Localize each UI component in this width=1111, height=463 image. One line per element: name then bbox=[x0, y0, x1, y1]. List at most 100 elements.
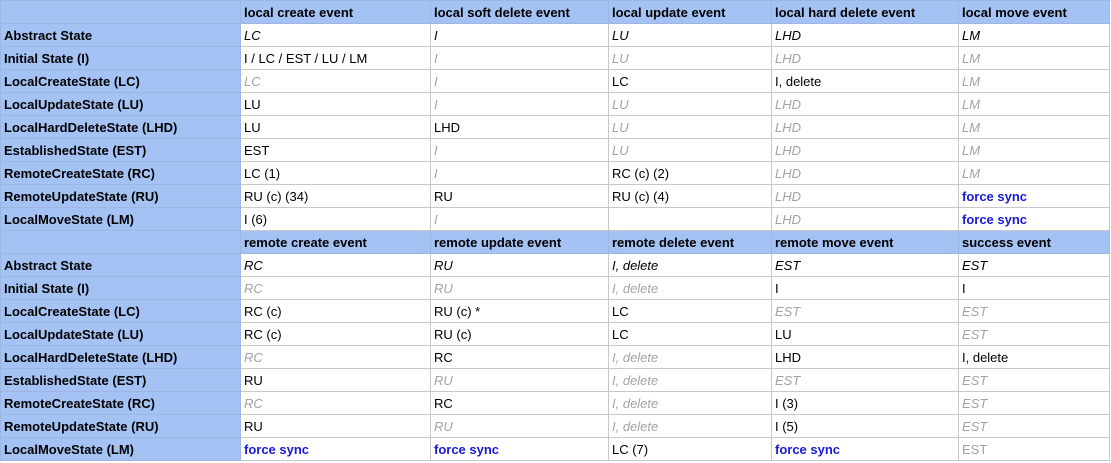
table-cell: LU bbox=[608, 115, 772, 139]
table-row: LocalMoveState (LM) I (6) I LHD force sync bbox=[0, 207, 1110, 231]
column-header-local-move-event: local move event bbox=[958, 0, 1110, 24]
table-cell: I, delete bbox=[608, 276, 772, 300]
table-cell: I, delete bbox=[608, 414, 772, 438]
column-header-remote-delete-event: remote delete event bbox=[608, 230, 772, 254]
table-cell: LC bbox=[608, 299, 772, 323]
column-header-local-soft-delete-event: local soft delete event bbox=[430, 0, 609, 24]
table-cell: RC bbox=[240, 276, 431, 300]
table-cell: EST bbox=[771, 299, 959, 323]
table-cell: I, delete bbox=[608, 368, 772, 392]
table-cell: RC bbox=[240, 253, 431, 277]
table-cell: I (6) bbox=[240, 207, 431, 231]
table-cell: EST bbox=[958, 437, 1110, 461]
table-row: LocalCreateState (LC) LC I LC I, delete LM bbox=[0, 69, 1110, 93]
table-cell: force sync bbox=[958, 207, 1110, 231]
table-cell: LM bbox=[958, 23, 1110, 47]
table-cell: LC bbox=[240, 69, 431, 93]
table-cell: LHD bbox=[771, 184, 959, 208]
table-cell: RU bbox=[430, 276, 609, 300]
state-transition-table-body: local create event local soft delete even… bbox=[0, 0, 1110, 461]
row-header: LocalCreateState (LC) bbox=[0, 69, 241, 93]
table-row: Initial State (I) I / LC / EST / LU / LM I… bbox=[0, 46, 1110, 70]
row-header: LocalHardDeleteState (LHD) bbox=[0, 115, 241, 139]
table-cell: RU (c) (34) bbox=[240, 184, 431, 208]
table-cell: RC bbox=[240, 391, 431, 415]
table-cell: LHD bbox=[771, 138, 959, 162]
table-cell: force sync bbox=[430, 437, 609, 461]
table-cell: I, delete bbox=[608, 391, 772, 415]
table-cell: I / LC / EST / LU / LM bbox=[240, 46, 431, 70]
row-header: RemoteCreateState (RC) bbox=[0, 391, 241, 415]
table-cell: I bbox=[430, 92, 609, 116]
table-cell bbox=[608, 207, 772, 231]
table-row: LocalHardDeleteState (LHD) LU LHD LU LHD LM bbox=[0, 115, 1110, 139]
table-cell: LU bbox=[240, 115, 431, 139]
table-cell: EST bbox=[958, 391, 1110, 415]
table-row: EstablishedState (EST) EST I LU LHD LM bbox=[0, 138, 1110, 162]
table-cell: LM bbox=[958, 69, 1110, 93]
table-cell: LC (7) bbox=[608, 437, 772, 461]
corner-cell bbox=[0, 230, 241, 254]
table2-header-row: remote create event remote update event re… bbox=[0, 230, 1110, 254]
row-header: EstablishedState (EST) bbox=[0, 138, 241, 162]
table-row: LocalUpdateState (LU) RC (c) RU (c) LC LU EST bbox=[0, 322, 1110, 346]
table-cell: RC (c) bbox=[240, 322, 431, 346]
row-header: Abstract State bbox=[0, 253, 241, 277]
table-cell: LHD bbox=[771, 345, 959, 369]
table-cell: I bbox=[430, 138, 609, 162]
table-cell: RC (c) (2) bbox=[608, 161, 772, 185]
table-row: LocalMoveState (LM) force sync force sync L… bbox=[0, 437, 1110, 461]
row-header: RemoteCreateState (RC) bbox=[0, 161, 241, 185]
table-cell: LM bbox=[958, 161, 1110, 185]
table-row: Initial State (I) RC RU I, delete I I bbox=[0, 276, 1110, 300]
table-cell: EST bbox=[771, 368, 959, 392]
column-header-remote-create-event: remote create event bbox=[240, 230, 431, 254]
table-cell: force sync bbox=[240, 437, 431, 461]
column-header-success-event: success event bbox=[958, 230, 1110, 254]
table-cell: RU (c) (4) bbox=[608, 184, 772, 208]
column-header-local-update-event: local update event bbox=[608, 0, 772, 24]
table-row: RemoteCreateState (RC) LC (1) I RC (c) (2) L… bbox=[0, 161, 1110, 185]
table-cell: LM bbox=[958, 138, 1110, 162]
table-cell: I, delete bbox=[771, 69, 959, 93]
row-header: LocalMoveState (LM) bbox=[0, 437, 241, 461]
table-cell: LHD bbox=[771, 161, 959, 185]
table-cell: LC bbox=[240, 23, 431, 47]
table-cell: RU bbox=[430, 184, 609, 208]
corner-cell bbox=[0, 0, 241, 24]
table-row: Abstract State LC I LU LHD LM bbox=[0, 23, 1110, 47]
table-cell: I bbox=[430, 69, 609, 93]
row-header: EstablishedState (EST) bbox=[0, 368, 241, 392]
row-header: Initial State (I) bbox=[0, 46, 241, 70]
table-cell: LC bbox=[608, 322, 772, 346]
table-cell: LC (1) bbox=[240, 161, 431, 185]
table-row: LocalUpdateState (LU) LU I LU LHD LM bbox=[0, 92, 1110, 116]
table-cell: RU bbox=[430, 414, 609, 438]
table-cell: LHD bbox=[771, 23, 959, 47]
table-cell: LHD bbox=[771, 115, 959, 139]
row-header: Initial State (I) bbox=[0, 276, 241, 300]
table-cell: EST bbox=[240, 138, 431, 162]
table-cell: LU bbox=[771, 322, 959, 346]
table-cell: LHD bbox=[771, 46, 959, 70]
table-cell: RU bbox=[430, 253, 609, 277]
row-header: LocalHardDeleteState (LHD) bbox=[0, 345, 241, 369]
row-header: LocalMoveState (LM) bbox=[0, 207, 241, 231]
table-cell: EST bbox=[771, 253, 959, 277]
table-row: LocalCreateState (LC) RC (c) RU (c) * LC EST… bbox=[0, 299, 1110, 323]
table-cell: LHD bbox=[430, 115, 609, 139]
column-header-remote-move-event: remote move event bbox=[771, 230, 959, 254]
table-cell: EST bbox=[958, 253, 1110, 277]
table-cell: I, delete bbox=[608, 345, 772, 369]
table-cell: EST bbox=[958, 299, 1110, 323]
table-cell: EST bbox=[958, 322, 1110, 346]
table-cell: I, delete bbox=[958, 345, 1110, 369]
table-cell: I bbox=[430, 23, 609, 47]
table-cell: I, delete bbox=[608, 253, 772, 277]
table-cell: LHD bbox=[771, 207, 959, 231]
table-cell: LU bbox=[608, 138, 772, 162]
table-cell: I bbox=[958, 276, 1110, 300]
table-cell: RC bbox=[430, 391, 609, 415]
row-header: LocalUpdateState (LU) bbox=[0, 322, 241, 346]
table-cell: LU bbox=[608, 46, 772, 70]
